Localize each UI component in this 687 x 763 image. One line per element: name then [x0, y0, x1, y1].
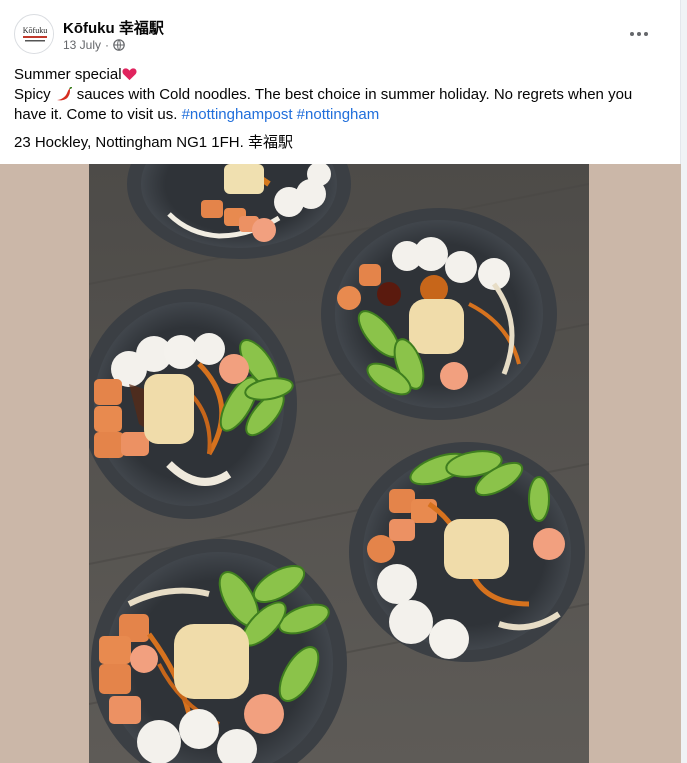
post-meta: 13 July ·: [63, 38, 125, 52]
chili-icon: [56, 87, 72, 101]
photo-bowls-cold-noodles[interactable]: [89, 164, 589, 763]
bowl-right-upper: [321, 208, 557, 420]
bowl-right-lower: [349, 442, 585, 662]
logo-text: Kōfuku: [23, 26, 47, 35]
post-line-2: Spicy sauces with Cold noodles. The best …: [14, 85, 654, 125]
summer-special-text: Summer special: [14, 66, 122, 83]
page-name-link[interactable]: Kōfuku 幸福駅: [63, 17, 164, 38]
post-date[interactable]: 13 July: [63, 38, 101, 52]
more-options-icon: [630, 32, 634, 36]
more-options-button[interactable]: [623, 22, 655, 46]
hashtag-nottinghampost[interactable]: #nottinghampost: [182, 106, 293, 123]
spicy-text: Spicy: [14, 86, 51, 103]
page-avatar[interactable]: Kōfuku: [14, 14, 54, 54]
facebook-post: Kōfuku Kōfuku 幸福駅 13 July · Summer speci…: [0, 0, 681, 763]
post-message: Summer special Spicy sauces with Cold noo…: [14, 65, 654, 125]
kofuku-logo-icon: Kōfuku: [16, 16, 53, 53]
post-address: 23 Hockley, Nottingham NG1 1FH. 幸福駅: [14, 134, 293, 151]
globe-icon[interactable]: [113, 39, 125, 51]
post-photo-frame[interactable]: [0, 164, 681, 763]
post-line-1: Summer special: [14, 65, 654, 85]
more-dot: [644, 32, 648, 36]
post-header: Kōfuku Kōfuku 幸福駅 13 July ·: [14, 14, 669, 56]
meta-separator: ·: [105, 38, 110, 52]
hashtag-nottingham[interactable]: #nottingham: [297, 106, 380, 123]
bowl-left: [89, 289, 297, 519]
more-dot: [637, 32, 641, 36]
page-gutter: [681, 0, 687, 763]
heart-icon: [122, 68, 137, 81]
